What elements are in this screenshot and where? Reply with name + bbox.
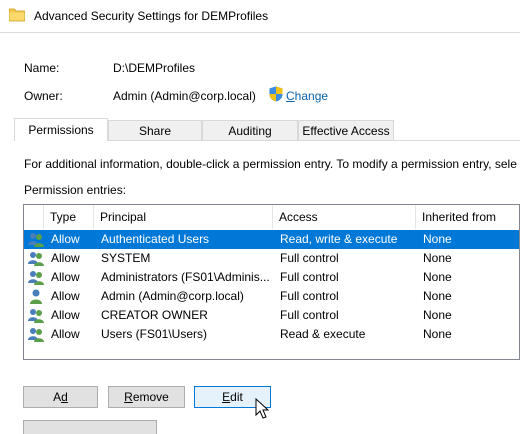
table-row[interactable]: Allow SYSTEM Full control None xyxy=(24,249,519,268)
tab-share[interactable]: Share xyxy=(108,120,202,140)
row-principal: SYSTEM xyxy=(101,251,151,265)
change-link-accel: C xyxy=(286,89,295,103)
remove-label-accel: R xyxy=(124,390,133,404)
row-access: Full control xyxy=(280,270,339,284)
row-principal: CREATOR OWNER xyxy=(101,308,208,322)
edit-label-accel: E xyxy=(222,390,231,404)
title-bar: Advanced Security Settings for DEMProfil… xyxy=(0,0,520,33)
header-access[interactable]: Access xyxy=(273,205,416,229)
row-type: Allow xyxy=(51,327,80,341)
row-type: Allow xyxy=(51,270,80,284)
edit-label-post: dit xyxy=(230,390,243,404)
row-inherited: None xyxy=(423,270,452,284)
mouse-cursor-icon xyxy=(255,398,270,419)
permission-entries-list[interactable]: Type Principal Access Inherited from All… xyxy=(23,204,520,360)
list-header: Type Principal Access Inherited from xyxy=(24,205,519,229)
info-text: For additional information, double-click… xyxy=(24,157,517,171)
owner-label: Owner: xyxy=(24,89,63,103)
enable-inheritance-button[interactable] xyxy=(23,420,157,434)
row-access: Full control xyxy=(280,289,339,303)
name-value: D:\DEMProfiles xyxy=(113,61,196,75)
row-type: Allow xyxy=(51,289,80,303)
users-group-icon xyxy=(28,328,44,342)
table-row[interactable]: Allow Administrators (FS01\Adminis... Fu… xyxy=(24,268,519,287)
remove-button[interactable]: Remove xyxy=(108,386,185,408)
tab-effective-access[interactable]: Effective Access xyxy=(298,120,394,140)
row-access: Read, write & execute xyxy=(280,232,398,246)
user-icon xyxy=(30,289,42,304)
users-group-icon xyxy=(28,252,44,266)
users-group-icon xyxy=(28,309,44,323)
permission-entries-label: Permission entries: xyxy=(24,183,127,197)
users-group-icon xyxy=(28,271,44,285)
window-title: Advanced Security Settings for DEMProfil… xyxy=(34,9,269,23)
header-type[interactable]: Type xyxy=(44,205,94,229)
row-inherited: None xyxy=(423,251,452,265)
row-principal: Admin (Admin@corp.local) xyxy=(101,289,244,303)
row-inherited: None xyxy=(423,232,452,246)
row-type: Allow xyxy=(51,232,80,246)
header-inherited-from[interactable]: Inherited from xyxy=(416,205,519,229)
change-link-rest: hange xyxy=(294,89,329,103)
remove-label-post: emove xyxy=(132,390,169,404)
row-access: Full control xyxy=(280,251,339,265)
add-button[interactable]: Ad xyxy=(23,386,98,408)
row-principal: Authenticated Users xyxy=(101,232,210,246)
row-type: Allow xyxy=(51,251,80,265)
header-principal[interactable]: Principal xyxy=(94,205,273,229)
header-icon-column xyxy=(24,205,44,229)
tab-permissions[interactable]: Permissions xyxy=(14,118,108,141)
folder-icon xyxy=(9,8,25,22)
row-principal: Users (FS01\Users) xyxy=(101,327,208,341)
name-label: Name: xyxy=(24,61,60,75)
change-owner-link[interactable]: Change xyxy=(286,89,328,103)
row-access: Full control xyxy=(280,308,339,322)
table-row[interactable]: Allow CREATOR OWNER Full control None xyxy=(24,306,519,325)
row-principal: Administrators (FS01\Adminis... xyxy=(101,270,270,284)
row-type: Allow xyxy=(51,308,80,322)
add-label-pre: A xyxy=(53,390,62,404)
row-access: Read & execute xyxy=(280,327,366,341)
users-group-icon xyxy=(28,233,44,247)
owner-value: Admin (Admin@corp.local) xyxy=(113,89,256,103)
row-inherited: None xyxy=(423,289,452,303)
table-row[interactable]: Allow Admin (Admin@corp.local) Full cont… xyxy=(24,287,519,306)
tab-auditing[interactable]: Auditing xyxy=(202,120,298,140)
row-inherited: None xyxy=(423,308,452,322)
row-inherited: None xyxy=(423,327,452,341)
uac-shield-icon xyxy=(269,86,283,102)
add-label-accel: d xyxy=(61,390,68,404)
table-row[interactable]: Allow Authenticated Users Read, write & … xyxy=(24,230,519,249)
table-row[interactable]: Allow Users (FS01\Users) Read & execute … xyxy=(24,325,519,344)
